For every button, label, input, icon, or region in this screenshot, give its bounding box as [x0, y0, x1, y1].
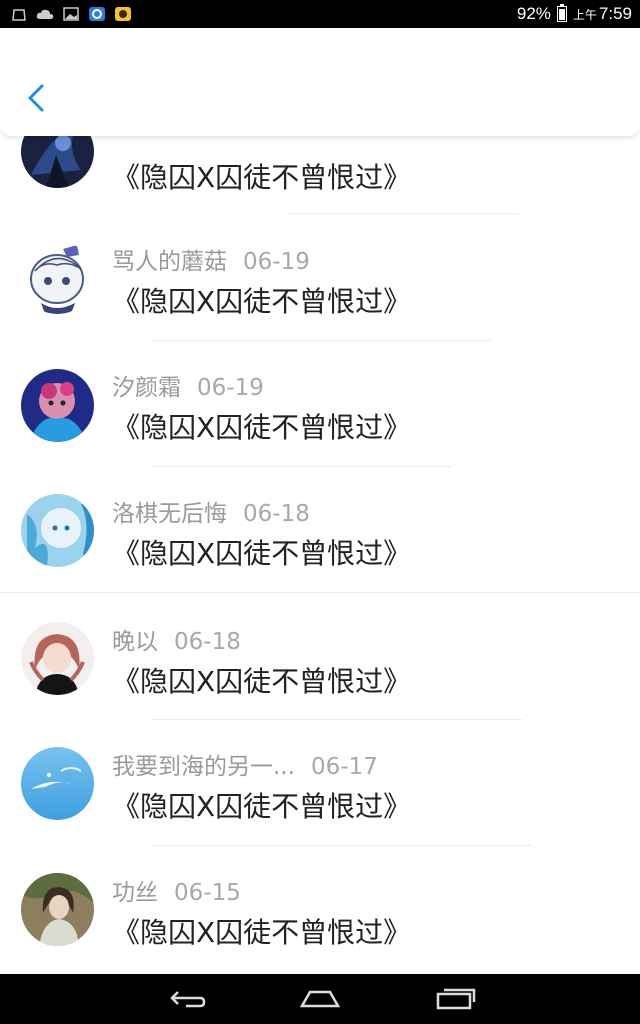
message-text: 《隐囚X囚徒不曾恨过》: [112, 916, 412, 949]
avatar[interactable]: [21, 369, 94, 442]
sender-name-line: 功丝 06-15: [112, 873, 241, 907]
battery-icon: [556, 4, 567, 22]
sender-name: 晚以: [112, 629, 158, 655]
list-item[interactable]: 晚以 06-18 《隐囚X囚徒不曾恨过》: [0, 592, 640, 720]
message-text: 《隐囚X囚徒不曾恨过》: [112, 285, 412, 318]
message-date: 06-18: [174, 629, 241, 655]
top-bar: [0, 28, 640, 136]
clock: 7:59: [598, 4, 632, 23]
status-right: 92% 上午 7:59: [517, 4, 632, 24]
sender-name-line: 骂人的蘑菇 06-19: [112, 242, 310, 276]
list-item[interactable]: 我要到海的另一... 06-17 《隐囚X囚徒不曾恨过》: [0, 719, 640, 846]
image-icon: [63, 7, 79, 21]
message-text: 《隐囚X囚徒不曾恨过》: [112, 790, 412, 823]
avatar[interactable]: [21, 494, 94, 567]
message-date: 06-15: [174, 880, 241, 906]
sender-name: 洛棋无后悔: [112, 501, 227, 527]
back-button[interactable]: [18, 78, 52, 118]
sender-name: 汐颜霜: [112, 375, 181, 401]
navigation-bar: [0, 974, 640, 1024]
message-text: 《隐囚X囚徒不曾恨过》: [112, 161, 412, 194]
recents-nav-icon[interactable]: [434, 984, 478, 1014]
sender-name-line: 晚以 06-18: [112, 622, 241, 656]
time-ampm: 上午: [572, 7, 597, 22]
chevron-left-icon: [28, 84, 44, 112]
message-text: 《隐囚X囚徒不曾恨过》: [112, 411, 412, 444]
back-nav-icon[interactable]: [164, 984, 208, 1014]
message-list[interactable]: 《隐囚X囚徒不曾恨过》 骂人的蘑菇 06-19 《隐囚X囚徒不曾恨过》 汐颜霜 …: [0, 0, 640, 974]
avatar[interactable]: [21, 873, 94, 946]
message-date: 06-17: [310, 754, 378, 780]
sender-name: 我要到海的另一...: [112, 754, 295, 780]
android-icon: [12, 9, 26, 21]
avatar[interactable]: [21, 747, 94, 820]
notification-icons: [10, 5, 132, 23]
browser-icon: [89, 7, 105, 21]
message-text: 《隐囚X囚徒不曾恨过》: [112, 537, 412, 570]
sender-name-line: 我要到海的另一... 06-17: [112, 747, 378, 781]
message-date: 06-18: [243, 501, 310, 527]
avatar[interactable]: [21, 622, 94, 695]
avatar[interactable]: [21, 241, 94, 314]
sender-name-line: 洛棋无后悔 06-18: [112, 494, 310, 528]
message-date: 06-19: [243, 249, 310, 275]
home-nav-icon[interactable]: [298, 984, 342, 1014]
list-item[interactable]: 功丝 06-15 《隐囚X囚徒不曾恨过》: [0, 845, 640, 971]
battery-percent: 92%: [516, 4, 551, 23]
app-icon: [115, 7, 131, 21]
status-bar: 92% 上午 7:59: [0, 0, 640, 28]
cloud-icon: [36, 9, 54, 19]
message-date: 06-19: [197, 375, 264, 401]
list-item[interactable]: 汐颜霜 06-19 《隐囚X囚徒不曾恨过》: [0, 340, 640, 467]
sender-name: 骂人的蘑菇: [112, 249, 227, 275]
sender-name: 功丝: [112, 880, 158, 906]
sender-name-line: 汐颜霜 06-19: [112, 368, 264, 402]
list-item[interactable]: 洛棋无后悔 06-18 《隐囚X囚徒不曾恨过》: [0, 466, 640, 593]
message-text: 《隐囚X囚徒不曾恨过》: [112, 665, 412, 698]
list-item[interactable]: 骂人的蘑菇 06-19 《隐囚X囚徒不曾恨过》: [0, 214, 640, 341]
